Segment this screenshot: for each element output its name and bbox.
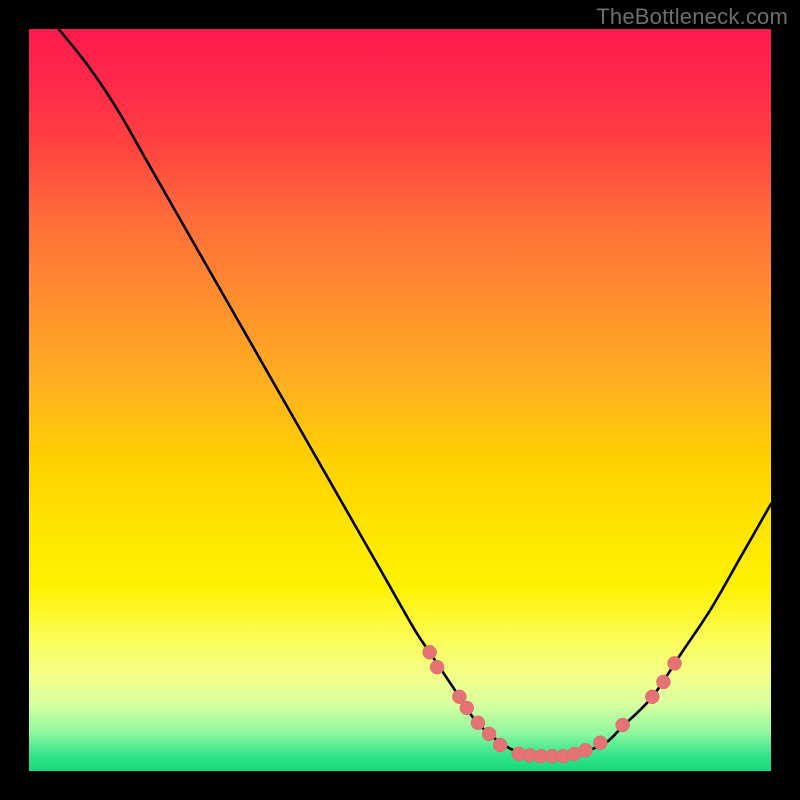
data-marker [430,660,444,674]
bottleneck-curve [59,29,771,756]
data-marker [668,656,682,670]
data-marker [423,645,437,659]
chart-svg [29,29,771,771]
data-markers [423,645,682,763]
data-marker [493,738,507,752]
chart-stage: TheBottleneck.com [0,0,800,800]
watermark-text: TheBottleneck.com [596,4,788,30]
data-marker [460,701,474,715]
data-marker [471,716,485,730]
data-marker [593,736,607,750]
data-marker [482,727,496,741]
data-marker [616,718,630,732]
data-marker [579,743,593,757]
data-marker [645,690,659,704]
plot-area [29,29,771,771]
data-marker [656,675,670,689]
